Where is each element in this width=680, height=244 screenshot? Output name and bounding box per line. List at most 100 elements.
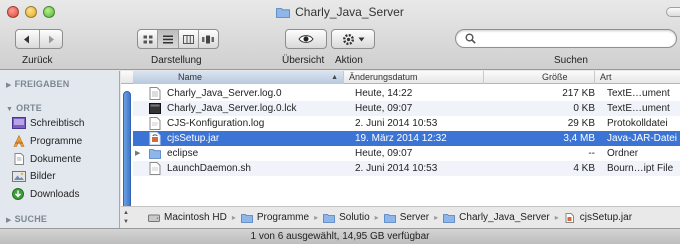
downloads-icon (12, 188, 24, 200)
path-crumb[interactable]: Solutio (323, 212, 370, 223)
applications-icon (13, 135, 25, 147)
folder-icon (276, 7, 291, 21)
path-crumb[interactable]: Server (383, 212, 429, 223)
sidebar-item-schreibtisch[interactable]: Schreibtisch (12, 115, 116, 131)
back-arrow-icon (24, 35, 30, 43)
sidebar-section-freigaben[interactable]: ▶ FREIGABEN (6, 79, 69, 89)
sidebar-item-bilder[interactable]: Bilder (12, 168, 116, 184)
search-field[interactable] (455, 29, 677, 48)
file-row[interactable]: Charly_Java_Server.log.0 Heute, 14:22 21… (133, 86, 680, 101)
column-header-kind[interactable]: Art (595, 71, 680, 84)
file-date: 2. Juni 2014 10:53 (355, 118, 438, 129)
disclosure-right-icon: ▶ (6, 217, 12, 224)
sidebar: ▶ FREIGABEN ▼ ORTE Schreibtisch Programme … (0, 71, 120, 228)
path-separator-icon: ▸ (434, 213, 439, 222)
view-label: Darstellung (151, 55, 202, 66)
file-name: eclipse (167, 148, 199, 159)
file-date: Heute, 09:07 (355, 103, 413, 114)
forward-arrow-icon (48, 35, 54, 43)
gear-icon (342, 33, 354, 45)
toolbar: Charly_Java_Server Zurück Darstellung Üb… (0, 0, 680, 70)
exec-file-icon (149, 103, 161, 114)
list-view-button[interactable] (158, 30, 179, 48)
hard-drive-icon (148, 214, 160, 222)
disclosure-triangle-icon[interactable]: ▶ (135, 146, 145, 161)
coverflow-view-button[interactable] (199, 30, 218, 48)
file-kind: TextE…ument (607, 103, 670, 114)
path-crumb[interactable]: cjsSetup.jar (564, 212, 632, 223)
file-kind: Ordner (607, 148, 639, 159)
file-row[interactable]: Charly_Java_Server.log.0.lck Heute, 09:0… (133, 101, 680, 116)
folder-icon (323, 213, 335, 223)
sidebar-item-programme[interactable]: Programme (12, 133, 116, 149)
file-date: 2. Juni 2014 10:53 (355, 163, 438, 174)
quicklook-button[interactable] (285, 29, 327, 49)
scroll-arrows[interactable]: ▲ ▼ (121, 206, 132, 228)
view-mode-control (137, 29, 219, 49)
file-name: Charly_Java_Server.log.0 (167, 88, 282, 99)
file-name: cjsSetup.jar (167, 133, 220, 144)
quicklook-label: Übersicht (282, 55, 325, 66)
path-separator-icon: ▸ (231, 213, 236, 222)
column-header-date[interactable]: Änderungsdatum (344, 71, 484, 84)
toolbar-toggle-button[interactable] (666, 7, 680, 17)
documents-icon (14, 153, 24, 165)
folder-icon (149, 149, 161, 159)
path-separator-icon: ▸ (554, 213, 559, 222)
text-file-icon (149, 87, 161, 100)
path-crumb[interactable]: Charly_Java_Server (443, 212, 550, 223)
jar-file-icon (149, 132, 161, 145)
file-size: 0 KB (573, 103, 595, 114)
log-file-icon (149, 117, 161, 130)
path-crumb[interactable]: Programme (240, 212, 309, 223)
sidebar-section-orte[interactable]: ▼ ORTE (6, 103, 42, 113)
forward-button[interactable] (40, 30, 63, 48)
icon-view-button[interactable] (138, 30, 159, 48)
file-kind: Protokolldatei (607, 118, 668, 129)
file-date: Heute, 14:22 (355, 88, 413, 99)
window-title-bar: Charly_Java_Server (0, 5, 680, 21)
file-kind: Bourn…ipt File (607, 163, 674, 174)
sort-ascending-icon: ▲ (331, 74, 338, 81)
disclosure-down-icon: ▼ (6, 106, 14, 113)
status-bar: 1 von 6 ausgewählt, 14,95 GB verfügbar (0, 228, 680, 244)
file-name: Charly_Java_Server.log.0.lck (167, 103, 297, 114)
scroll-down-icon[interactable]: ▼ (123, 219, 129, 225)
file-row[interactable]: CJS-Konfiguration.log 2. Juni 2014 10:53… (133, 116, 680, 131)
path-crumb[interactable]: Macintosh HD (148, 212, 227, 223)
file-size: 4 KB (573, 163, 595, 174)
back-button[interactable] (16, 30, 40, 48)
sidebar-item-downloads[interactable]: Downloads (12, 186, 116, 202)
file-date: 19. März 2014 12:32 (355, 133, 447, 144)
column-header-size[interactable]: Größe (484, 71, 595, 84)
back-forward-control (15, 29, 63, 49)
file-size: -- (588, 148, 595, 159)
column-view-button[interactable] (179, 30, 199, 48)
file-date: Heute, 09:07 (355, 148, 413, 159)
disclosure-right-icon: ▶ (6, 82, 12, 89)
column-view-icon (182, 34, 194, 44)
window-title: Charly_Java_Server (295, 5, 404, 19)
sidebar-section-suche[interactable]: ▶ SUCHE (6, 214, 47, 224)
file-name: LaunchDaemon.sh (167, 163, 251, 174)
path-separator-icon: ▸ (314, 213, 319, 222)
column-header-row: Name ▲ Änderungsdatum Größe Art (121, 71, 680, 84)
action-menu-button[interactable] (331, 29, 375, 49)
file-row[interactable]: ▶ eclipse Heute, 09:07 -- Ordner (133, 146, 680, 161)
file-size: 29 KB (567, 118, 595, 129)
pictures-icon (12, 171, 26, 182)
sidebar-item-dokumente[interactable]: Dokumente (12, 151, 116, 167)
scroll-up-icon[interactable]: ▲ (123, 210, 129, 216)
search-input[interactable] (480, 32, 665, 45)
file-row[interactable]: LaunchDaemon.sh 2. Juni 2014 10:53 4 KB … (133, 161, 680, 176)
applications-folder-icon (240, 213, 253, 223)
folder-icon (443, 213, 456, 223)
chevron-down-icon (358, 37, 364, 41)
shell-file-icon (149, 162, 161, 175)
scrollbar-thumb[interactable] (123, 91, 131, 224)
list-view-icon (162, 35, 173, 43)
column-header-name[interactable]: Name ▲ (133, 71, 344, 84)
coverflow-view-icon (202, 35, 215, 43)
file-row-selected[interactable]: cjsSetup.jar 19. März 2014 12:32 3,4 MB … (133, 131, 680, 146)
back-label: Zurück (22, 55, 53, 66)
